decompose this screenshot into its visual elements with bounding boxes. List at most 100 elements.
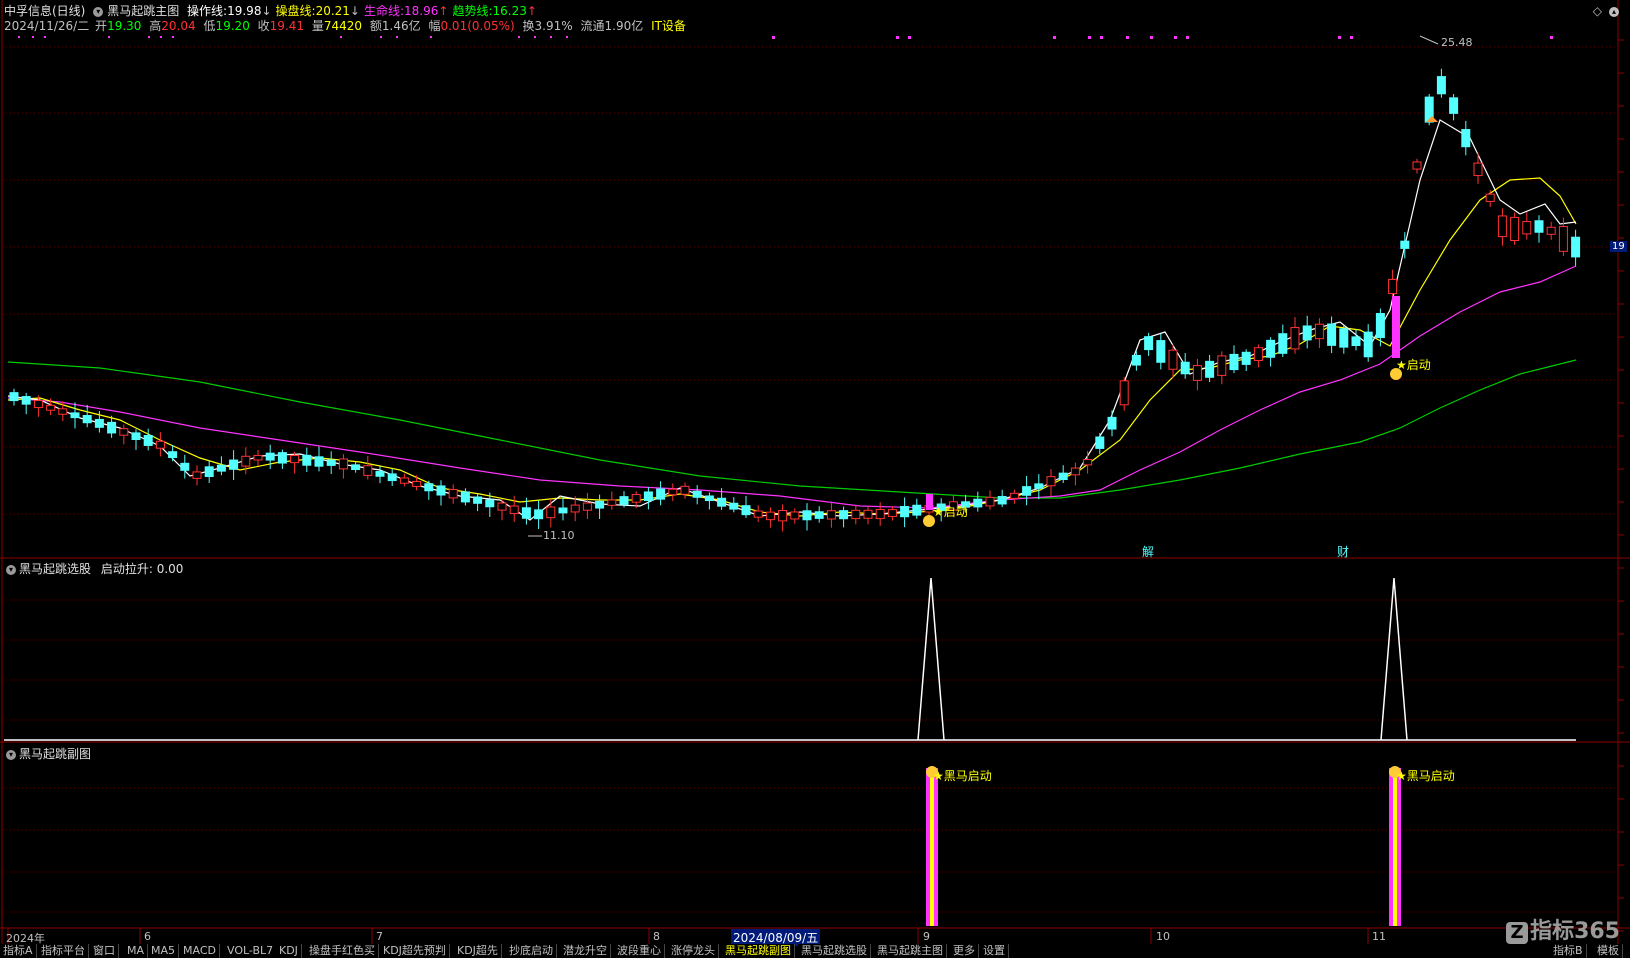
quote-bar: 2024/11/26/二 开19.30 高20.04 低19.20 收19.41… <box>4 17 690 34</box>
candle-body <box>802 510 812 521</box>
candle-body <box>570 504 580 513</box>
change-value: 0.01(0.05%) <box>440 19 515 33</box>
candle-body <box>1497 215 1507 238</box>
event-dot <box>1088 36 1091 39</box>
candle-body <box>1095 436 1105 449</box>
pane3-title[interactable]: ▾ 黑马起跳副图 <box>6 745 91 762</box>
tab-11[interactable]: 抄底启动 <box>506 944 557 958</box>
tab-right-1[interactable]: 模板 <box>1594 944 1623 958</box>
event-marker-unlock[interactable]: 解 <box>1142 543 1154 560</box>
candle-body <box>216 464 226 472</box>
xaxis-label-oct: 10 <box>1156 930 1170 943</box>
candle-body <box>1327 323 1337 346</box>
volume-value: 74420 <box>323 19 363 33</box>
candle-body <box>253 454 263 461</box>
candle-body <box>1449 97 1459 114</box>
candle-body <box>839 510 849 520</box>
header-line-3: 趋势线:16.23↑ <box>452 4 536 18</box>
pane2-spike <box>917 577 945 741</box>
tab-9[interactable]: KDJ超先预判 <box>380 944 450 958</box>
candle-body <box>1253 347 1263 361</box>
close-value: 19.41 <box>269 19 305 33</box>
arrow-down-icon: ↓ <box>261 4 272 18</box>
indicator-toggle-icon[interactable]: ▾ <box>93 6 104 17</box>
tab-15[interactable]: 黑马起跳副图 <box>722 944 795 958</box>
tab-6[interactable]: VOL-BL7 <box>224 944 278 958</box>
pane2-indicator-name[interactable]: 黑马起跳选股 <box>19 562 91 576</box>
event-dot <box>44 36 46 38</box>
pane3-signal-label-1: ★黑马启动 <box>933 769 992 783</box>
candle-body <box>351 464 361 471</box>
close-label: 收 <box>257 19 270 33</box>
tab-18[interactable]: 更多 <box>950 944 979 958</box>
candle-body <box>1241 351 1251 365</box>
vol-label: 量 <box>311 19 324 33</box>
event-dot <box>396 36 398 38</box>
diamond-icon[interactable]: ◇ <box>1593 4 1602 18</box>
candle-body <box>534 509 544 520</box>
tab-12[interactable]: 潜龙升空 <box>560 944 611 958</box>
tab-5[interactable]: MACD <box>180 944 220 958</box>
candle-body <box>1070 467 1080 476</box>
tab-16[interactable]: 黑马起跳选股 <box>798 944 871 958</box>
open-label: 开 <box>95 19 108 33</box>
tab-4[interactable]: MA5 <box>148 944 180 958</box>
arrow-up-icon: ↑ <box>526 4 537 18</box>
pane2-title[interactable]: ▾ 黑马起跳选股 启动拉升: 0.00 <box>6 560 183 577</box>
tab-17[interactable]: 黑马起跳主图 <box>874 944 947 958</box>
tab-1[interactable]: 指标平台 <box>38 944 89 958</box>
event-marker-finance[interactable]: 财 <box>1337 543 1349 560</box>
tab-14[interactable]: 涨停龙头 <box>668 944 719 958</box>
tab-10[interactable]: KDJ超先 <box>454 944 502 958</box>
candle-body <box>741 505 751 516</box>
candle-body <box>814 511 824 519</box>
event-dot <box>1100 36 1103 39</box>
candle-body <box>656 488 666 500</box>
event-dot <box>430 36 432 38</box>
brand-text: 指标365 <box>1530 919 1620 944</box>
candle-body <box>1461 129 1471 148</box>
candle-body <box>314 456 324 467</box>
tab-13[interactable]: 波段重心 <box>614 944 665 958</box>
pane2-field-value: 0.00 <box>156 562 184 576</box>
event-dot <box>172 36 174 38</box>
candle-body <box>595 500 605 509</box>
amt-label: 额 <box>369 19 382 33</box>
stock-name[interactable]: 中孚信息(日线) <box>4 4 85 18</box>
candle-body <box>1571 236 1581 258</box>
candle-body <box>1473 162 1483 177</box>
main-indicator-name[interactable]: 黑马起跳主图 <box>107 4 179 18</box>
pane2-toggle-icon[interactable]: ▾ <box>6 564 16 575</box>
xaxis-label-jun: 6 <box>144 930 151 943</box>
tab-3[interactable]: MA <box>124 944 149 958</box>
amount-value: 1.46亿 <box>381 19 421 33</box>
tab-right-0[interactable]: 指标B <box>1550 944 1587 958</box>
float-label: 流通 <box>580 19 605 33</box>
candle-body <box>497 502 507 511</box>
event-dot <box>772 36 775 39</box>
indicator-tab-bar: 指标A 指标平台 窗口 MA MA5 MACD VOL-BL7 KDJ 操盘手红色买 KDJ超先预… <box>0 944 1630 958</box>
trend-line-ma <box>7 359 1577 499</box>
start-signal-label-2: ★启动 <box>1396 358 1431 372</box>
candle-body <box>1510 216 1520 241</box>
arrow-up-icon: ↑ <box>438 4 449 18</box>
tab-0[interactable]: 指标A <box>0 944 37 958</box>
tab-8[interactable]: 操盘手红色买 <box>306 944 379 958</box>
signal-candle <box>1392 296 1400 358</box>
tab-7[interactable]: KDJ <box>276 944 302 958</box>
chart-canvas[interactable] <box>0 0 1630 952</box>
candle-body <box>326 459 336 466</box>
collapse-icon[interactable]: ▴ <box>1609 4 1622 18</box>
candle-body <box>1083 459 1093 466</box>
pane3-toggle-icon[interactable]: ▾ <box>6 749 16 760</box>
candle-body <box>94 418 104 428</box>
sector-value[interactable]: IT设备 <box>651 19 686 33</box>
tab-2[interactable]: 窗口 <box>90 944 119 958</box>
pane3-indicator-name[interactable]: 黑马起跳副图 <box>19 747 91 761</box>
candle-body <box>582 502 592 511</box>
tab-19[interactable]: 设置 <box>980 944 1009 958</box>
candle-body <box>1314 323 1324 340</box>
candle-body <box>241 455 251 467</box>
brand-logo: Z 指标365 <box>1506 913 1620 945</box>
candle-body <box>107 421 117 434</box>
